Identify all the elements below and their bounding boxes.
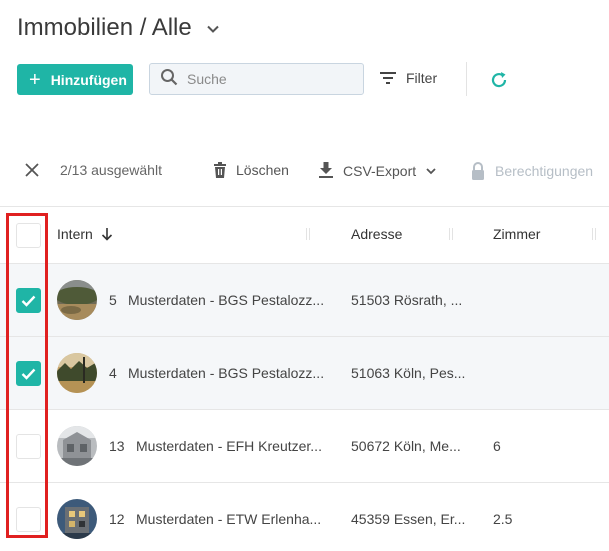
filter-button[interactable]: Filter [380, 70, 437, 86]
row-checkbox[interactable] [16, 361, 41, 386]
column-header-rooms[interactable]: Zimmer [493, 226, 540, 242]
table-row[interactable]: 4 Musterdaten - BGS Pestalozz... 51063 K… [0, 337, 609, 410]
property-thumbnail [57, 426, 97, 466]
checkmark-icon [21, 295, 36, 307]
toolbar: + Hinzufügen Filter [17, 62, 609, 96]
row-address: 45359 Essen, Er... [351, 511, 466, 527]
table-header: Intern Adresse Zimmer [0, 206, 609, 264]
filter-icon [380, 72, 396, 84]
column-header-intern-label: Intern [57, 226, 93, 242]
toolbar-divider [466, 62, 467, 96]
property-table: Intern Adresse Zimmer 5 Musterdaten - BG… [0, 206, 609, 551]
page-title: Immobilien / Alle [17, 14, 192, 41]
csv-export-label: CSV-Export [343, 162, 417, 179]
download-icon [319, 162, 333, 178]
plus-icon: + [29, 68, 41, 91]
column-header-address[interactable]: Adresse [351, 226, 402, 242]
add-button[interactable]: + Hinzufügen [17, 64, 133, 95]
filter-label: Filter [406, 70, 438, 86]
row-address: 50672 Köln, Me... [351, 438, 461, 454]
row-name: Musterdaten - EFH Kreutzer... [136, 438, 322, 454]
row-id: 5 [109, 292, 117, 308]
column-resize-handle[interactable] [306, 228, 310, 240]
row-id: 4 [109, 365, 117, 381]
row-checkbox[interactable] [16, 434, 41, 459]
delete-label: Löschen [236, 162, 289, 178]
row-checkbox[interactable] [16, 288, 41, 313]
chevron-down-icon [426, 167, 436, 174]
select-all-checkbox[interactable] [16, 223, 41, 248]
search-box[interactable] [149, 63, 364, 95]
column-header-intern[interactable]: Intern [57, 226, 113, 242]
row-id: 12 [109, 511, 125, 527]
selection-bar: 2/13 ausgewählt Löschen CSV-Export Berec… [0, 158, 609, 186]
csv-export-button[interactable]: CSV-Export [318, 162, 437, 179]
row-name: Musterdaten - ETW Erlenha... [136, 511, 322, 527]
sort-down-arrow-icon [101, 228, 112, 241]
column-resize-handle[interactable] [449, 228, 453, 240]
row-id: 13 [109, 438, 125, 454]
property-thumbnail [57, 499, 97, 539]
row-checkbox[interactable] [16, 507, 41, 532]
row-rooms: 2.5 [493, 511, 513, 527]
table-row[interactable]: 12 Musterdaten - ETW Erlenha... 45359 Es… [0, 483, 609, 551]
trash-icon [214, 162, 226, 178]
search-icon [160, 68, 178, 91]
table-row[interactable]: 13 Musterdaten - EFH Kreutzer... 50672 K… [0, 410, 609, 483]
page-title-row[interactable]: Immobilien / Alle [17, 14, 220, 42]
row-address: 51503 Rösrath, ... [351, 292, 463, 308]
property-thumbnail [57, 280, 97, 320]
add-button-label: Hinzufügen [50, 71, 127, 88]
column-resize-handle[interactable] [592, 228, 596, 240]
table-row[interactable]: 5 Musterdaten - BGS Pestalozz... 51503 R… [0, 264, 609, 337]
permissions-button[interactable]: Berechtigungen [470, 162, 593, 180]
selection-count: 2/13 ausgewählt [60, 162, 162, 178]
delete-button[interactable]: Löschen [213, 162, 289, 178]
permissions-label: Berechtigungen [495, 163, 594, 179]
row-name: Musterdaten - BGS Pestalozz... [128, 365, 325, 381]
row-rooms: 6 [493, 438, 501, 454]
row-address: 51063 Köln, Pes... [351, 365, 466, 381]
property-thumbnail [57, 353, 97, 393]
close-icon[interactable] [24, 162, 49, 178]
search-input[interactable] [187, 71, 347, 87]
checkmark-icon [21, 368, 36, 380]
refresh-icon[interactable] [488, 69, 510, 91]
row-name: Musterdaten - BGS Pestalozz... [128, 292, 325, 308]
lock-icon [472, 162, 484, 180]
chevron-down-icon[interactable] [206, 22, 220, 36]
